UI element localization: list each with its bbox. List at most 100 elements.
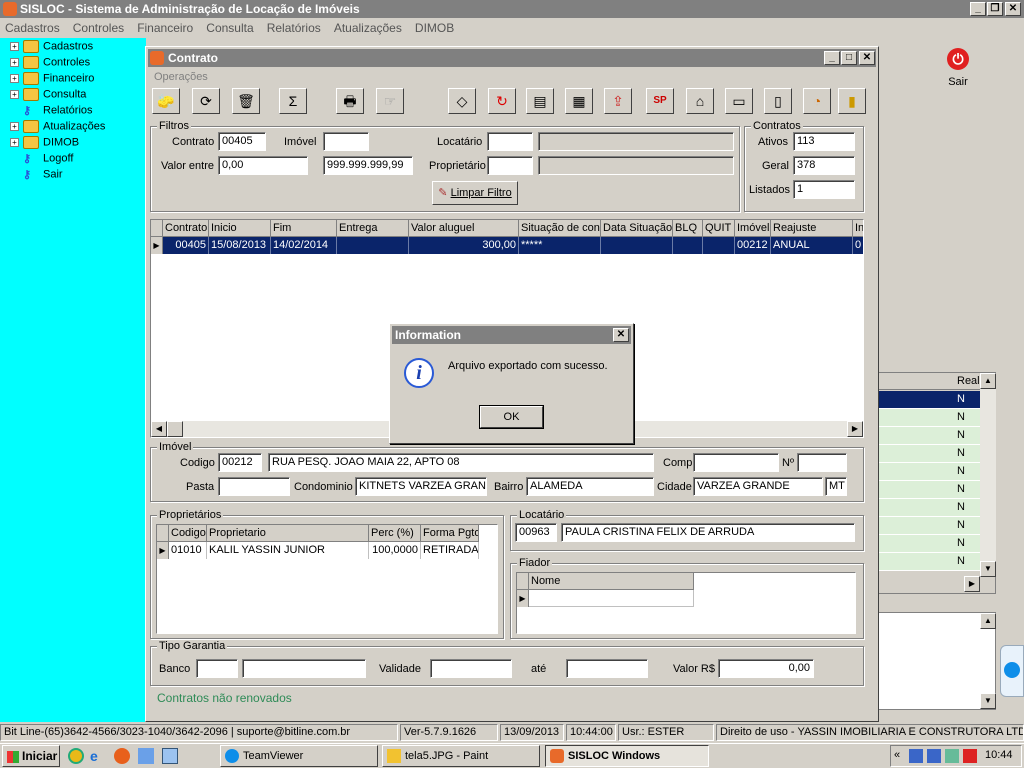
column-header[interactable]: Contrato <box>163 220 209 237</box>
close-button[interactable]: ✕ <box>1005 2 1021 16</box>
menu-relatorios[interactable]: Relatórios <box>267 21 321 35</box>
expand-icon[interactable]: + <box>10 58 19 67</box>
chart-button[interactable]: ◔ <box>803 88 831 114</box>
table-row[interactable]: 01010 KALIL YASSIN JUNIOR 100,0000 RETIR… <box>169 542 479 559</box>
tree-item-cadastros[interactable]: + Cadastros <box>10 40 93 56</box>
tray-network-icon[interactable] <box>909 749 923 763</box>
documents-button[interactable]: ▤ <box>526 88 554 114</box>
column-header-codigo[interactable]: Codigo <box>169 525 207 542</box>
column-header[interactable]: BLQ <box>673 220 703 237</box>
contratos-nao-renovados-link[interactable]: Contratos não renovados <box>157 691 292 705</box>
expand-icon[interactable]: + <box>10 90 19 99</box>
list-item[interactable]: N <box>879 391 980 409</box>
export-button[interactable]: ⇪ <box>604 88 632 114</box>
column-header[interactable]: QUIT <box>703 220 735 237</box>
menu-consulta[interactable]: Consulta <box>206 21 253 35</box>
table-row[interactable]: 00405 15/08/2013 14/02/2014 300,00 ***** 0021… <box>163 237 863 254</box>
list-item[interactable]: N <box>879 535 980 553</box>
imovel-field[interactable] <box>323 132 369 151</box>
exit-door-button[interactable]: ▮ <box>838 88 866 114</box>
quicklaunch-explorer-icon[interactable] <box>138 748 154 764</box>
list-item[interactable]: N <box>879 517 980 535</box>
column-header[interactable]: Inicio <box>209 220 271 237</box>
taskbar-teamviewer[interactable]: TeamViewer <box>220 745 378 767</box>
menu-cadastros[interactable]: Cadastros <box>5 21 60 35</box>
column-header[interactable]: Entrega <box>337 220 409 237</box>
column-header-forma-pgto[interactable]: Forma Pgto <box>421 525 479 542</box>
tree-item-financeiro[interactable]: + Financeiro <box>10 72 94 88</box>
tree-item-dimob[interactable]: + DIMOB <box>10 136 79 152</box>
tray-acrobat-icon[interactable] <box>963 749 977 763</box>
teamviewer-tab[interactable] <box>1000 645 1024 697</box>
ok-button[interactable]: OK <box>479 405 544 429</box>
expand-icon[interactable]: + <box>10 122 19 131</box>
list-item[interactable]: N <box>879 427 980 445</box>
contrato-field[interactable]: 00405 <box>218 132 266 151</box>
column-header[interactable]: In <box>853 220 863 237</box>
condominio-field[interactable]: KITNETS VARZEA GRAN <box>355 477 487 496</box>
taskbar-paint[interactable]: tela5.JPG - Paint <box>382 745 540 767</box>
expand-icon[interactable]: + <box>10 42 19 51</box>
tree-item-relatorios[interactable]: ⚷ Relatórios <box>23 104 93 120</box>
ate-field[interactable] <box>566 659 648 678</box>
menu-dimob[interactable]: DIMOB <box>415 21 454 35</box>
expand-icon[interactable]: + <box>10 74 19 83</box>
list-item[interactable]: N <box>879 445 980 463</box>
quicklaunch-chrome-icon[interactable] <box>68 748 84 764</box>
tray-network2-icon[interactable] <box>927 749 941 763</box>
validade-field[interactable] <box>430 659 512 678</box>
sair-power-button[interactable]: ⏻ Sair <box>940 48 976 92</box>
list-item[interactable]: N <box>879 409 980 427</box>
column-header[interactable]: Situação de con <box>519 220 601 237</box>
locatario-field[interactable] <box>487 132 533 151</box>
contrato-title-bar[interactable]: Contrato _ □ ✕ <box>148 49 876 67</box>
list-item[interactable]: N <box>879 553 980 571</box>
list-item[interactable]: N <box>879 481 980 499</box>
contrato-minimize-button[interactable]: _ <box>824 51 840 65</box>
scroll-up-arrow[interactable]: ▲ <box>980 373 996 389</box>
list-item[interactable]: N <box>879 499 980 517</box>
restore-button[interactable]: ❐ <box>987 2 1003 16</box>
quicklaunch-firefox-icon[interactable] <box>114 748 130 764</box>
column-header-nome[interactable]: Nome <box>529 573 694 590</box>
scroll-down-arrow[interactable]: ▼ <box>980 693 996 709</box>
banco-field[interactable] <box>196 659 238 678</box>
scroll-right-arrow[interactable]: ▶ <box>964 576 980 592</box>
taskbar-sisloc[interactable]: SISLOC Windows <box>545 745 709 767</box>
main-title-bar[interactable]: SISLOC - Sistema de Administração de Loc… <box>0 0 1024 18</box>
limpar-filtro-button[interactable]: ✎ Limpar Filtro <box>432 181 518 205</box>
column-header[interactable]: Imóvel <box>735 220 771 237</box>
uf-field[interactable]: MT <box>825 477 847 496</box>
print-button[interactable]: 🖶 <box>336 88 364 114</box>
erase-button[interactable]: 🧽 <box>152 88 180 114</box>
scroll-thumb[interactable] <box>167 421 183 437</box>
minimize-button[interactable]: _ <box>970 2 986 16</box>
menu-atualizacoes[interactable]: Atualizações <box>334 21 402 35</box>
valor-min-field[interactable]: 0,00 <box>218 156 308 175</box>
valor-field[interactable]: 0,00 <box>718 659 814 678</box>
tree-item-consulta[interactable]: + Consulta <box>10 88 86 104</box>
start-button[interactable]: Iniciar <box>2 745 60 767</box>
contrato-maximize-button[interactable]: □ <box>841 51 857 65</box>
menu-controles[interactable]: Controles <box>73 21 124 35</box>
banco-nome-field[interactable] <box>242 659 366 678</box>
column-header[interactable]: Fim <box>271 220 337 237</box>
quicklaunch-desktop-icon[interactable] <box>162 748 178 764</box>
pasta-field[interactable] <box>218 477 290 496</box>
tray-expand-icon[interactable]: « <box>894 749 900 761</box>
numero-field[interactable] <box>797 453 847 472</box>
proprietario-field[interactable] <box>487 156 533 175</box>
bairro-field[interactable]: ALAMEDA <box>526 477 654 496</box>
column-header[interactable]: Data Situação <box>601 220 673 237</box>
tree-item-sair[interactable]: ⚷ Sair <box>23 168 63 184</box>
scroll-left-arrow[interactable]: ◀ <box>151 421 167 437</box>
column-header[interactable]: Valor aluguel <box>409 220 519 237</box>
tree-item-atualizacoes[interactable]: + Atualizações <box>10 120 105 136</box>
locatario-codigo-field[interactable]: 00963 <box>515 523 557 542</box>
refresh-button[interactable]: ⟳ <box>192 88 220 114</box>
eraser-button[interactable]: ◇ <box>448 88 476 114</box>
column-header[interactable]: Reajuste <box>771 220 853 237</box>
tree-item-logoff[interactable]: ⚷ Logoff <box>23 152 73 168</box>
tray-security-icon[interactable] <box>945 749 959 763</box>
pointer-button[interactable]: ☞ <box>376 88 404 114</box>
